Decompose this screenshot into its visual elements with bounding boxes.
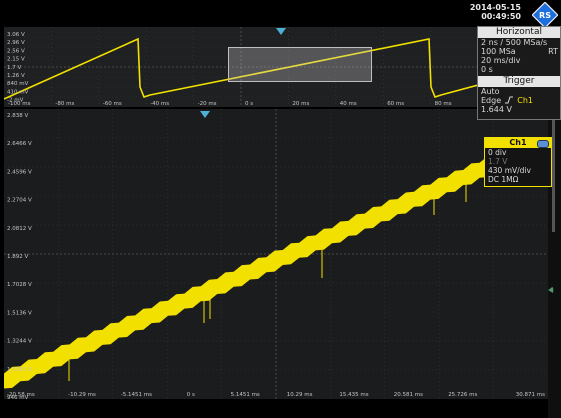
overview-x-tick: -40 ms — [150, 101, 169, 107]
overview-y-tick: 2.15 V — [7, 57, 25, 63]
horizontal-time-scale[interactable]: 20 ms/div — [478, 56, 560, 65]
overview-x-tick: 60 ms — [387, 101, 404, 107]
trigger-title: Trigger — [478, 76, 560, 87]
overview-y-tick: 2.96 V — [7, 40, 25, 46]
main-y-tick: 2.0812 V — [7, 226, 32, 232]
overview-y-tick: 1.7 V — [7, 65, 21, 71]
channel1-scale[interactable]: 430 mV/div — [485, 166, 551, 175]
channel1-offset[interactable]: 0 div — [485, 148, 551, 157]
main-x-tick: 0 s — [187, 392, 195, 398]
overview-x-tick: -20 ms — [198, 101, 217, 107]
main-x-tick: 5.1451 ms — [231, 392, 260, 398]
trigger-source: Ch1 — [517, 96, 533, 105]
horizontal-trigger-panel[interactable]: Horizontal 2 ns / 500 MSa/s 100 MSa RT 20… — [477, 26, 561, 120]
overview-y-tick: 1.26 V — [7, 73, 25, 79]
overview-x-tick: -80 ms — [55, 101, 74, 107]
overview-y-tick: 2.56 V — [7, 48, 25, 54]
main-x-tick: -20.58 ms — [7, 392, 35, 398]
main-waveform — [4, 155, 496, 389]
main-y-tick: 2.838 V — [7, 113, 28, 119]
trigger-level[interactable]: 1.644 V — [478, 105, 560, 114]
overview-trigger-marker-icon[interactable] — [276, 28, 286, 36]
overview-x-tick: -60 ms — [103, 101, 122, 107]
oscilloscope-screen: 2014-05-15 00:49:50 RS 3.06 V 2.96 V 2.56 … — [0, 0, 561, 418]
trigger-type-row[interactable]: Edge Ch1 — [478, 96, 560, 105]
channel1-toggle-icon[interactable] — [537, 140, 549, 148]
channel1-position[interactable]: 1.7 V — [485, 157, 551, 166]
channel1-title: Ch1 — [509, 138, 527, 147]
time-label: 00:49:50 — [481, 12, 521, 21]
horizontal-record-length-value: 100 MSa — [481, 47, 516, 56]
main-trace — [4, 155, 496, 389]
horizontal-mode: RT — [548, 47, 558, 56]
main-trigger-marker-icon[interactable] — [200, 111, 210, 119]
main-canvas: 2.838 V 2.6466 V 2.4596 V 2.2704 V 2.0812 V 1… — [4, 109, 548, 401]
horizontal-record-length[interactable]: 100 MSa RT — [478, 47, 560, 56]
main-y-tick: 1.3244 V — [7, 339, 32, 345]
main-y-tick: 1.892 V — [7, 254, 28, 260]
right-level-marker-label: 8 — [550, 287, 554, 294]
rs-logo-icon: RS — [532, 2, 558, 28]
trigger-mode[interactable]: Auto — [478, 87, 560, 96]
horizontal-resolution[interactable]: 2 ns / 500 MSa/s — [478, 38, 560, 47]
scroll-bar[interactable] — [552, 112, 555, 232]
main-y-tick: 1.7028 V — [7, 282, 32, 288]
main-x-tick: 10.29 ms — [287, 392, 313, 398]
overview-x-tick: 0 s — [245, 101, 253, 107]
overview-x-tick: 80 ms — [435, 101, 452, 107]
main-x-tick: -10.29 ms — [68, 392, 96, 398]
channel1-header: Ch1 — [485, 138, 551, 148]
main-y-tick: 2.2704 V — [7, 198, 32, 204]
rising-edge-icon — [504, 96, 513, 104]
trigger-type: Edge — [481, 96, 502, 105]
overview-x-tick: 20 ms — [292, 101, 309, 107]
horizontal-title: Horizontal — [478, 27, 560, 38]
overview-y-tick: 410 mV — [7, 89, 29, 95]
svg-text:RS: RS — [539, 11, 551, 20]
overview-x-tick: 40 ms — [340, 101, 357, 107]
datetime: 2014-05-15 00:49:50 — [431, 3, 521, 21]
main-y-tick: 1.5136 V — [7, 310, 32, 316]
main-x-tick: 20.581 ms — [394, 392, 423, 398]
channel1-info-box[interactable]: Ch1 0 div 1.7 V 430 mV/div DC 1MΩ — [484, 137, 552, 187]
overview-y-tick: 3.06 V — [7, 32, 25, 38]
main-x-tick: 30.871 ms — [516, 392, 545, 398]
horizontal-position[interactable]: 0 s — [478, 65, 560, 74]
main-x-tick: -5.1451 ms — [121, 392, 152, 398]
main-waveform-area[interactable]: 2.838 V 2.6466 V 2.4596 V 2.2704 V 2.0812 V 1… — [4, 109, 548, 401]
main-y-tick: 2.4596 V — [7, 169, 32, 175]
main-x-tick: 25.726 ms — [448, 392, 477, 398]
overview-x-tick: -100 ms — [8, 101, 31, 107]
zoom-window[interactable] — [228, 47, 372, 82]
main-y-tick: 2.6466 V — [7, 141, 32, 147]
channel1-coupling[interactable]: DC 1MΩ — [485, 175, 551, 184]
main-y-tick: 1.1352 V — [7, 367, 32, 373]
main-x-tick: 15.435 ms — [339, 392, 368, 398]
date-label: 2014-05-15 — [469, 3, 521, 12]
overview-y-tick: 840 mV — [7, 81, 29, 87]
